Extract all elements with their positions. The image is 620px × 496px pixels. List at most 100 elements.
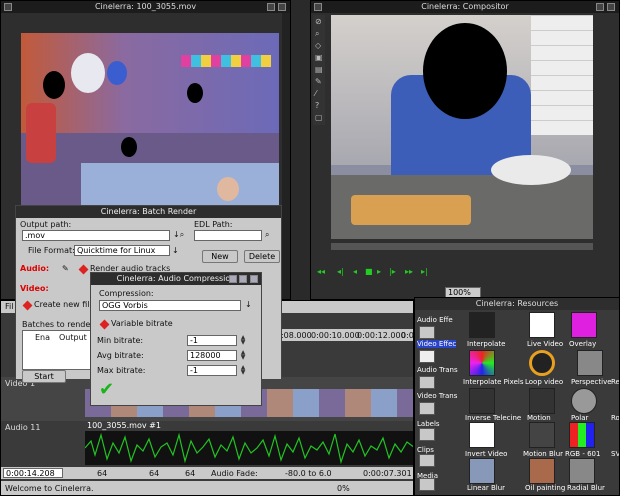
rewind-icon[interactable]: ◂◂ (317, 267, 325, 276)
overlay-icon[interactable] (571, 312, 597, 338)
inverse-telecine-icon[interactable] (469, 388, 495, 414)
folder-audio-transitions[interactable]: Audio Trans (417, 366, 458, 374)
close-icon[interactable] (278, 3, 286, 11)
folder-icon[interactable] (419, 376, 435, 389)
folder-labels[interactable]: Labels (417, 420, 440, 428)
col-enabled[interactable]: Ena (35, 333, 50, 343)
camera-icon[interactable]: ▣ (315, 53, 323, 62)
projector-icon[interactable]: ▤ (315, 65, 323, 74)
stop-icon[interactable]: ■ (365, 267, 373, 276)
effect-invert-video[interactable]: Invert Video (465, 450, 507, 458)
motion-icon[interactable] (529, 388, 555, 414)
close-icon[interactable] (250, 275, 258, 283)
effect-perspective[interactable]: Perspective (571, 378, 612, 386)
browse-icon[interactable]: ↓⌕ (173, 230, 184, 240)
file-format-input[interactable]: Quicktime for Linux (74, 245, 170, 256)
avg-bitrate-input[interactable]: 128000 (187, 350, 237, 361)
crop-icon[interactable]: ✎ (315, 77, 322, 86)
minimize-icon[interactable] (229, 275, 237, 283)
live-video-icon[interactable] (529, 312, 555, 338)
edl-path-input[interactable] (194, 230, 262, 241)
zoom-sample[interactable]: 64 (97, 469, 107, 478)
folder-icon[interactable] (419, 428, 435, 441)
folder-video-effects[interactable]: Video Effec (417, 340, 457, 348)
mask-icon[interactable]: ◇ (315, 41, 321, 50)
effect-partial[interactable]: Re (611, 378, 619, 386)
time-ruler[interactable]: 0:00:08.000 0:00:10.000 0:00:12.000 0:00… (261, 329, 413, 341)
folder-video-transitions[interactable]: Video Trans (417, 392, 457, 400)
minimize-icon[interactable] (267, 3, 275, 11)
col-output[interactable]: Output (59, 333, 87, 343)
effect-interpolate[interactable]: Interpolate (467, 340, 505, 348)
folder-media[interactable]: Media (417, 472, 438, 480)
compression-input[interactable]: OGG Vorbis (99, 300, 241, 311)
play-icon[interactable]: ▸ (377, 267, 381, 276)
window-menu-icon[interactable] (314, 3, 322, 11)
radial-blur-icon[interactable] (569, 458, 595, 484)
effect-inverse-telecine[interactable]: Inverse Telecine (465, 414, 521, 422)
folder-audio-effects[interactable]: Audio Effe (417, 316, 453, 324)
edl-browse-icon[interactable]: ⌕ (265, 230, 269, 240)
min-bitrate-spinner[interactable]: ▲ ▼ (239, 335, 247, 346)
max-bitrate-input[interactable]: -1 (187, 365, 237, 376)
loop-video-icon[interactable] (529, 350, 555, 376)
invert-video-icon[interactable] (469, 422, 495, 448)
safe-region-icon[interactable]: ▢ (315, 113, 323, 122)
menu-file[interactable]: Fil (5, 302, 13, 311)
help-icon[interactable]: ? (315, 101, 319, 110)
polar-icon[interactable] (571, 388, 597, 414)
format-dropdown-icon[interactable]: ↓ (172, 246, 179, 255)
compositor-scrollbar[interactable] (331, 243, 593, 250)
folder-icon[interactable] (419, 454, 435, 467)
audio-fade-value[interactable]: -80.0 to 6.0 (285, 469, 332, 478)
protect-icon[interactable]: ⊘ (315, 17, 322, 26)
motion-blur-icon[interactable] (529, 422, 555, 448)
window-menu-icon[interactable] (4, 3, 12, 11)
fast-forward-icon[interactable]: ▸▸ (405, 267, 413, 276)
delete-button[interactable]: Delete (244, 250, 280, 263)
rgb-601-icon[interactable] (569, 422, 595, 448)
frame-forward-icon[interactable]: |▸ (389, 267, 396, 276)
start-button[interactable]: Start (22, 370, 66, 383)
output-path-input[interactable]: .mov (22, 230, 170, 241)
zoom-amp[interactable]: 64 (149, 469, 159, 478)
interpolate-pixels-icon[interactable] (469, 350, 495, 376)
current-time[interactable]: 0:00:14.208 (3, 468, 63, 478)
effect-linear-blur[interactable]: Linear Blur (467, 484, 505, 492)
interpolate-icon[interactable] (469, 312, 495, 338)
zoom-track[interactable]: 64 (185, 469, 195, 478)
maximize-icon[interactable] (239, 275, 247, 283)
effect-loop-video[interactable]: Loop video (525, 378, 563, 386)
zoom-icon[interactable]: ⌕ (315, 29, 319, 39)
folder-icon[interactable] (419, 326, 435, 339)
effect-live-video[interactable]: Live Video (527, 340, 563, 348)
close-icon[interactable] (607, 3, 615, 11)
folder-icon[interactable] (419, 402, 435, 415)
render-audio-checkbox[interactable] (78, 264, 89, 275)
variable-bitrate-checkbox[interactable] (99, 319, 110, 330)
perspective-icon[interactable] (577, 350, 603, 376)
min-bitrate-input[interactable]: -1 (187, 335, 237, 346)
effect-overlay[interactable]: Overlay (569, 340, 596, 348)
minimize-icon[interactable] (596, 3, 604, 11)
audio-waveform[interactable] (84, 431, 413, 465)
compression-dropdown-icon[interactable]: ↓ (245, 300, 252, 309)
effect-radial-blur[interactable]: Radial Blur (567, 484, 605, 492)
max-bitrate-spinner[interactable]: ▲ ▼ (239, 365, 247, 376)
effect-motion[interactable]: Motion (527, 414, 551, 422)
avg-bitrate-spinner[interactable]: ▲ ▼ (239, 350, 247, 361)
effect-partial[interactable]: SV (611, 450, 619, 458)
effect-polar[interactable]: Polar (571, 414, 588, 422)
folder-icon[interactable] (419, 350, 435, 363)
ok-check-icon[interactable]: ✔ (99, 379, 114, 400)
new-button[interactable]: New (202, 250, 238, 263)
frame-back-icon[interactable]: ◂| (337, 267, 344, 276)
oil-painting-icon[interactable] (529, 458, 555, 484)
effect-oil-painting[interactable]: Oil painting (525, 484, 565, 492)
effect-interpolate-pixels[interactable]: Interpolate Pixels (463, 378, 524, 386)
end-icon[interactable]: ▸| (421, 267, 428, 276)
eyedrop-icon[interactable]: ⁄ (315, 89, 316, 98)
audio-wrench-icon[interactable]: ✎ (62, 264, 69, 273)
effect-rgb-601[interactable]: RGB - 601 (565, 450, 600, 458)
effect-motion-blur[interactable]: Motion Blur (523, 450, 563, 458)
